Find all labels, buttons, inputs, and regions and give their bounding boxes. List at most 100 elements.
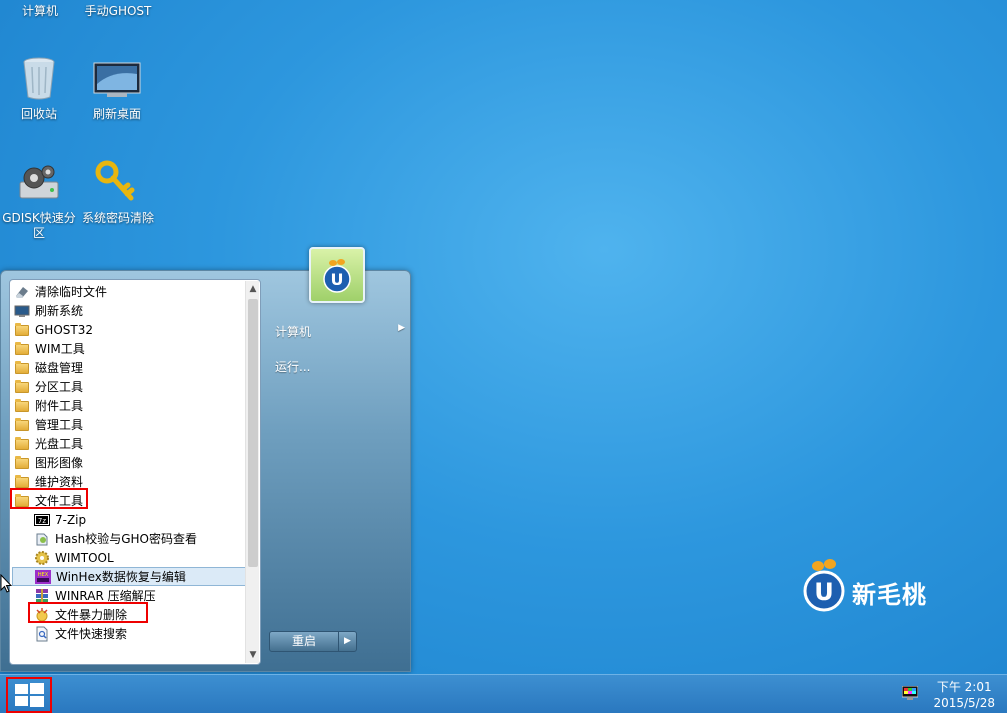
taskbar: 下午 2:01 2015/5/28 [0,674,1007,713]
menu-item-label: 图形图像 [35,456,84,470]
desktop-icon-label: 系统密码清除 [81,211,154,225]
folder-icon [14,341,30,357]
windows-logo-icon [15,683,44,707]
menu-item-ghost32[interactable]: GHOST32 [12,320,246,339]
search-doc-icon [36,626,48,641]
clock-time: 下午 2:01 [936,680,992,694]
start-menu: 清除临时文件 刷新系统 GHOST32 WIM工具 磁盘管理 分区工具 附件工具… [0,247,411,673]
menu-item-7zip[interactable]: 7z 7-Zip [12,510,246,529]
winrar-icon [36,588,48,603]
menu-item-clear-temp[interactable]: 清除临时文件 [12,282,246,301]
menu-item-partition-tools[interactable]: 分区工具 [12,377,246,396]
folder-icon [14,360,30,376]
run-menu-item[interactable]: 运行... [275,358,310,375]
brand-logo-icon: U [803,559,845,612]
menu-item-label: GHOST32 [35,322,93,337]
brand-logo: U 新毛桃 [800,555,960,615]
restart-options-arrow-icon[interactable]: ▶ [338,632,356,651]
eraser-icon [16,286,28,298]
logo-letter: U [331,270,344,289]
desktop-icon-label: 刷新桌面 [92,107,141,121]
chevron-right-icon: ▶ [398,323,405,333]
recycle-bin-icon [23,57,55,100]
desktop-icon-label: GDISK快速分区 [2,211,76,240]
7zip-icon: 7z [34,513,50,526]
menu-item-accessory-tools[interactable]: 附件工具 [12,396,246,415]
folder-icon [14,379,30,395]
menu-item-label: 磁盘管理 [35,361,84,375]
computer-label: 计算机 [275,325,312,339]
desktop-icon-label: 手动GHOST [84,4,152,18]
folder-icon [14,436,30,452]
folder-icon [14,417,30,433]
menu-item-label: Hash校验与GHO密码查看 [55,532,198,546]
menu-item-label: 光盘工具 [35,437,84,451]
menu-item-winhex[interactable]: HEX WinHex数据恢复与编辑 [12,567,246,586]
restart-button-group: 重启 ▶ [269,631,357,652]
force-delete-icon [36,607,48,621]
menu-item-maintenance-docs[interactable]: 维护资料 [12,472,246,491]
winhex-icon: HEX [35,569,51,584]
menu-item-wim-tools[interactable]: WIM工具 [12,339,246,358]
scroll-thumb[interactable] [248,299,258,567]
menu-item-graphics[interactable]: 图形图像 [12,453,246,472]
computer-menu-item[interactable]: 计算机 ▶ [275,323,405,340]
menu-item-label: WIM工具 [35,342,85,356]
menu-item-force-delete[interactable]: 文件暴力删除 [12,605,246,624]
menu-item-label: WINRAR 压缩解压 [55,589,156,603]
brand-logo-icon: U [323,259,351,293]
mouse-cursor-icon [0,574,12,593]
hash-icon [36,533,48,545]
run-label: 运行... [275,360,311,374]
menu-item-label: 附件工具 [35,399,84,413]
programs-list: 清除临时文件 刷新系统 GHOST32 WIM工具 磁盘管理 分区工具 附件工具… [12,282,246,643]
monitor-icon [14,305,30,317]
scroll-up-icon[interactable]: ▲ [246,282,260,296]
logo-letter: U [814,578,834,606]
menu-item-winrar[interactable]: WINRAR 压缩解压 [12,586,246,605]
desktop-icon-label: 回收站 [20,107,57,121]
menu-item-label: 文件暴力删除 [55,608,128,622]
menu-item-hash-check[interactable]: Hash校验与GHO密码查看 [12,529,246,548]
menu-item-label: WIMTOOL [55,550,114,565]
menu-item-label: 刷新系统 [35,304,84,318]
menu-item-wimtool[interactable]: WIMTOOL [12,548,246,567]
gear-icon [35,550,49,565]
menu-item-label: 清除临时文件 [35,285,108,299]
menu-item-label: WinHex数据恢复与编辑 [56,570,186,584]
start-menu-right-pane: U 计算机 ▶ 运行... 重启 ▶ [263,247,411,673]
menu-item-label: 分区工具 [35,380,84,394]
display-tray-icon[interactable] [902,686,918,700]
restart-button[interactable]: 重启 [270,632,338,651]
menu-item-disk-management[interactable]: 磁盘管理 [12,358,246,377]
svg-text:7z: 7z [38,517,46,525]
svg-text:HEX: HEX [38,572,49,578]
key-icon [95,160,135,201]
desktop-icon-label: 计算机 [21,4,58,18]
folder-icon [14,455,30,471]
folder-icon [14,322,30,338]
menu-item-refresh-system[interactable]: 刷新系统 [12,301,246,320]
menu-item-label: 文件工具 [35,494,84,508]
taskbar-clock[interactable]: 下午 2:01 2015/5/28 [933,679,995,711]
menu-item-label: 维护资料 [35,475,84,489]
menu-item-label: 7-Zip [55,512,87,527]
menu-item-file-search[interactable]: 文件快速搜索 [12,624,246,643]
clock-date: 2015/5/28 [933,696,995,710]
programs-panel: 清除临时文件 刷新系统 GHOST32 WIM工具 磁盘管理 分区工具 附件工具… [9,279,261,665]
menu-item-admin-tools[interactable]: 管理工具 [12,415,246,434]
scroll-down-icon[interactable]: ▼ [246,648,260,662]
disk-gear-icon [19,165,59,199]
folder-icon [14,493,30,509]
folder-icon [14,474,30,490]
monitor-icon [93,62,141,97]
programs-scrollbar[interactable]: ▲ ▼ [245,281,259,663]
brand-logo-text: 新毛桃 [852,581,927,609]
menu-item-label: 管理工具 [35,418,84,432]
menu-item-label: 文件快速搜索 [55,627,128,641]
user-avatar[interactable]: U [309,247,365,303]
menu-item-file-tools[interactable]: 文件工具 [12,491,246,510]
folder-icon [14,398,30,414]
menu-item-optical-tools[interactable]: 光盘工具 [12,434,246,453]
start-button[interactable] [6,677,52,713]
